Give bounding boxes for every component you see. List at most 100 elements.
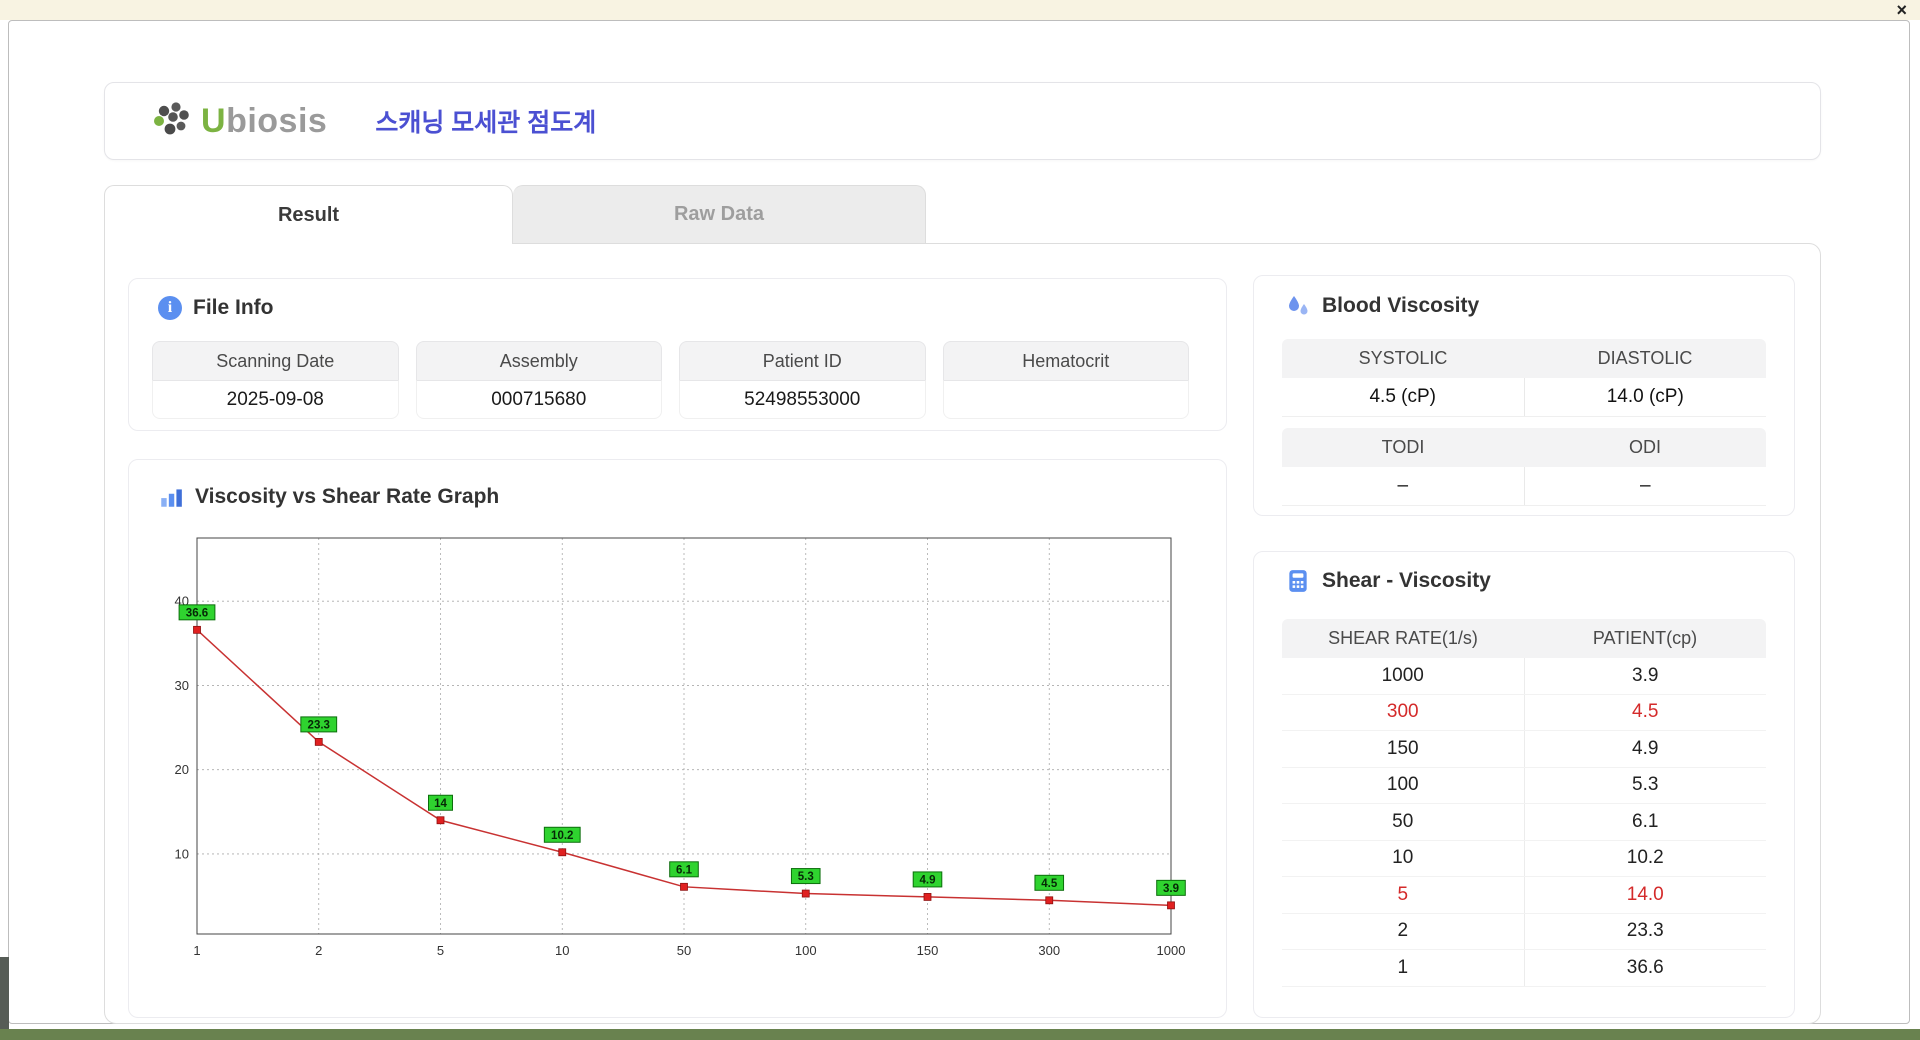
svg-text:2: 2 (315, 943, 322, 958)
ubiosis-logo-text: Ubiosis (201, 101, 328, 140)
calculator-icon (1289, 570, 1307, 592)
app-header: Ubiosis 스캐닝 모세관 점도계 (104, 82, 1821, 160)
bv-value-row: 4.5 (cP) 14.0 (cP) (1282, 378, 1766, 417)
file-info-fields: Scanning Date 2025-09-08 Assembly 000715… (152, 341, 1189, 419)
shear-viscosity-section: Shear - Viscosity SHEAR RATE(1/s) PATIEN… (1253, 551, 1795, 1018)
tab-bar: Result Raw Data (104, 185, 926, 244)
svg-text:150: 150 (917, 943, 939, 958)
table-row: 1000 3.9 (1282, 658, 1766, 695)
table-row: 50 6.1 (1282, 804, 1766, 841)
sv-patient-value: 4.9 (1632, 737, 1659, 759)
svg-text:4.5: 4.5 (1041, 878, 1058, 890)
table-row: 300 4.5 (1282, 694, 1766, 731)
sv-header-patient: PATIENT(cp) (1592, 628, 1698, 648)
sv-patient-value: 3.9 (1632, 664, 1659, 686)
svg-text:10.2: 10.2 (551, 830, 573, 842)
field-scanning-date: Scanning Date 2025-09-08 (152, 341, 399, 419)
table-row: 150 4.9 (1282, 731, 1766, 768)
table-row: 10 10.2 (1282, 840, 1766, 877)
bv-header-odi: ODI (1628, 437, 1661, 457)
sv-patient-value: 4.5 (1632, 701, 1659, 723)
sv-patient-value: 5.3 (1632, 774, 1659, 796)
shear-viscosity-title: Shear - Viscosity (1322, 569, 1491, 592)
sv-patient-value: 36.6 (1626, 956, 1664, 978)
table-row: 2 23.3 (1282, 913, 1766, 950)
sv-shear-value: 300 (1282, 694, 1525, 730)
svg-text:5: 5 (437, 943, 444, 958)
bar-chart-icon (161, 489, 182, 507)
sv-shear-value: 150 (1282, 731, 1525, 767)
water-drops-icon (1289, 296, 1308, 315)
field-label: Hematocrit (942, 341, 1189, 380)
sv-patient-value: 6.1 (1632, 810, 1659, 832)
sv-patient-value: 23.3 (1626, 920, 1664, 942)
sv-shear-value: 1000 (1282, 658, 1525, 694)
shear-viscosity-table: SHEAR RATE(1/s) PATIENT(cp) 1000 3.9 300… (1282, 619, 1766, 987)
table-row: 5 14.0 (1282, 877, 1766, 914)
table-row: 1 36.6 (1282, 950, 1766, 987)
svg-text:10: 10 (175, 846, 189, 861)
svg-text:30: 30 (175, 678, 189, 693)
sv-header-row: SHEAR RATE(1/s) PATIENT(cp) (1282, 619, 1766, 658)
viscosity-chart: 102030401 2 5 10 50 100 150 300 100036.623.31410… (175, 537, 1186, 958)
svg-text:36.6: 36.6 (186, 607, 208, 619)
file-info-title: File Info (193, 296, 274, 319)
desktop-background-strip (0, 1029, 1920, 1040)
sv-header-shear-rate: SHEAR RATE(1/s) (1328, 628, 1478, 648)
close-button[interactable]: × (1896, 1, 1907, 19)
app-window: Ubiosis 스캐닝 모세관 점도계 Result Raw Data i Fi… (8, 20, 1910, 1024)
field-value: 52498553000 (679, 380, 926, 419)
bv-value-odi: – (1639, 475, 1651, 496)
field-label: Scanning Date (152, 341, 399, 380)
field-label: Assembly (415, 341, 662, 380)
svg-text:1000: 1000 (1157, 943, 1186, 958)
result-panel: i File Info Scanning Date 2025-09-08 Ass… (104, 243, 1821, 1024)
bv-header-row: TODI ODI (1282, 428, 1766, 467)
bv-header-todi: TODI (1381, 437, 1425, 457)
tab-result[interactable]: Result (104, 185, 513, 244)
sv-shear-value: 10 (1282, 840, 1525, 876)
field-assembly: Assembly 000715680 (415, 341, 662, 419)
shear-viscosity-title-row: Shear - Viscosity (1254, 552, 1794, 594)
field-value: 000715680 (415, 380, 662, 419)
sv-shear-value: 100 (1282, 767, 1525, 803)
blood-viscosity-title-row: Blood Viscosity (1254, 276, 1794, 319)
file-info-section: i File Info Scanning Date 2025-09-08 Ass… (128, 278, 1227, 431)
blood-viscosity-title: Blood Viscosity (1322, 294, 1480, 317)
window-titlebar: × (0, 0, 1920, 20)
bv-header-diastolic: DIASTOLIC (1597, 348, 1693, 368)
sv-patient-value: 10.2 (1626, 847, 1664, 869)
blood-viscosity-section: Blood Viscosity SYSTOLIC DIASTOLIC 4.5 (… (1253, 275, 1795, 516)
svg-text:10: 10 (555, 943, 569, 958)
field-hematocrit: Hematocrit (942, 341, 1189, 419)
bv-header-row: SYSTOLIC DIASTOLIC (1282, 339, 1766, 378)
svg-text:14: 14 (434, 798, 447, 810)
bv-value-row: – – (1282, 467, 1766, 506)
svg-text:300: 300 (1038, 943, 1060, 958)
field-value: 2025-09-08 (152, 380, 399, 419)
app-title-korean: 스캐닝 모세관 점도계 (375, 109, 597, 137)
file-info-title-row: i File Info (129, 279, 1226, 320)
field-patient-id: Patient ID 52498553000 (679, 341, 926, 419)
sv-shear-value: 5 (1282, 877, 1525, 913)
svg-text:20: 20 (175, 762, 189, 777)
sv-shear-value: 1 (1282, 950, 1525, 986)
graph-title-row: Viscosity vs Shear Rate Graph (129, 460, 1226, 510)
graph-title: Viscosity vs Shear Rate Graph (195, 485, 500, 508)
field-label: Patient ID (679, 341, 926, 380)
bv-value-todi: – (1282, 467, 1525, 505)
ubiosis-logo-icon (154, 102, 189, 135)
bv-header-systolic: SYSTOLIC (1358, 348, 1448, 368)
bv-value-systolic: 4.5 (cP) (1282, 378, 1525, 416)
svg-text:100: 100 (795, 943, 817, 958)
desktop-background-corner (0, 957, 9, 1031)
sv-shear-value: 2 (1282, 913, 1525, 949)
ubiosis-logo: Ubiosis (151, 100, 327, 142)
field-value (942, 380, 1189, 419)
svg-text:3.9: 3.9 (1163, 883, 1179, 895)
info-icon: i (158, 296, 182, 320)
svg-text:5.3: 5.3 (798, 871, 814, 883)
table-row: 100 5.3 (1282, 767, 1766, 804)
tab-raw-data[interactable]: Raw Data (513, 185, 926, 244)
svg-text:1: 1 (193, 943, 200, 958)
